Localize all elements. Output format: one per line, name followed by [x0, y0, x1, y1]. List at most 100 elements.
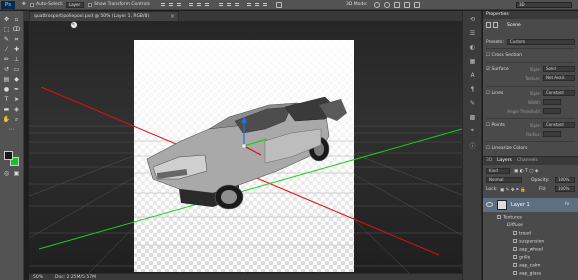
3d-scale-icon[interactable]	[414, 2, 420, 8]
move-tool-icon[interactable]: ✥	[22, 2, 26, 8]
type-tool-icon[interactable]: T	[2, 95, 11, 104]
navigator-icon[interactable]: ⌖	[468, 127, 477, 135]
texture-item[interactable]: suspension	[513, 239, 544, 245]
layer-thumbnail[interactable]	[497, 200, 507, 210]
more-tools-icon[interactable]: ⋯	[7, 125, 16, 134]
brush-tool-icon[interactable]: ✏	[2, 55, 11, 64]
lasso-tool-icon[interactable]: ↀ	[12, 25, 21, 34]
blend-mode-dropdown[interactable]: Normal	[486, 177, 522, 183]
canvas-area[interactable]	[29, 21, 462, 273]
quick-select-tool-icon[interactable]: ✎	[2, 35, 11, 44]
healing-brush-tool-icon[interactable]: ✚	[12, 45, 21, 54]
auto-align-icon[interactable]	[276, 2, 282, 8]
eyedropper-tool-icon[interactable]: ⁄	[2, 45, 11, 54]
hand-tool-icon[interactable]: ✋	[2, 115, 11, 124]
align-left-icon[interactable]	[188, 2, 194, 8]
visibility-eye-icon[interactable]	[486, 202, 493, 207]
cross-section-checkbox[interactable]: ☐ Cross Section	[486, 53, 522, 58]
diffuse-group[interactable]: Diffuse	[507, 223, 523, 228]
align-hcenter-icon[interactable]	[196, 2, 202, 8]
clone-stamp-tool-icon[interactable]: ⊥	[12, 55, 21, 64]
properties-tab[interactable]: Properties	[483, 11, 578, 19]
texture-item[interactable]: aap_wheel	[513, 247, 543, 253]
3d-roll-icon[interactable]	[384, 2, 390, 8]
texture-dropdown[interactable]: Not Avail.	[543, 75, 575, 81]
character-icon[interactable]: A	[468, 71, 477, 79]
close-icon[interactable]: ×	[170, 13, 175, 20]
path-select-tool-icon[interactable]: ➤	[12, 95, 21, 104]
auto-select-checkbox[interactable]	[30, 3, 34, 7]
distribute-center-icon[interactable]	[226, 2, 232, 8]
surface-style-dropdown[interactable]: Solid	[543, 66, 575, 72]
3d-rotate-icon[interactable]	[374, 2, 380, 8]
blur-tool-icon[interactable]: ◆	[12, 75, 21, 84]
show-transform-checkbox[interactable]	[88, 3, 92, 7]
lines-style-dropdown[interactable]: Constant	[543, 90, 575, 96]
distribute-bottom-icon[interactable]	[234, 2, 240, 8]
fx-icon[interactable]: fx	[565, 202, 569, 207]
zoom-tool-icon[interactable]: ⌕	[12, 115, 21, 124]
gradient-tool-icon[interactable]: ▤	[2, 75, 11, 84]
brushes-icon[interactable]: ✎	[468, 99, 477, 107]
layer-name[interactable]: Layer 1	[511, 202, 530, 208]
3d-viewport[interactable]	[29, 21, 462, 273]
artboard-tool-icon[interactable]: ▫	[12, 15, 21, 24]
pen-tool-icon[interactable]: ✒	[12, 85, 21, 94]
properties-icon[interactable]: ☰	[468, 29, 477, 37]
textures-group[interactable]: Textures	[497, 215, 522, 221]
auto-select-dropdown[interactable]: Layer	[66, 2, 84, 8]
move-tool-icon[interactable]: ✥	[2, 15, 11, 24]
quick-mask-icon[interactable]: ◎	[2, 169, 11, 178]
radius-input[interactable]	[543, 131, 561, 137]
opacity-input[interactable]: 100%	[555, 177, 575, 183]
distribute-hcenter-icon[interactable]	[254, 2, 260, 8]
paragraph-icon[interactable]: ¶	[468, 85, 477, 93]
points-checkbox[interactable]: ☐ Points	[486, 123, 505, 128]
angle-threshold-input[interactable]	[543, 108, 561, 114]
width-input[interactable]	[543, 99, 561, 105]
linearize-colors-checkbox[interactable]: ☐ Linearize Colors	[486, 146, 527, 151]
shape-tool-icon[interactable]: ▬	[2, 105, 11, 114]
distribute-right-icon[interactable]	[262, 2, 268, 8]
texture-item[interactable]: aap_glass	[513, 271, 541, 277]
tab-channels[interactable]: Channels	[517, 158, 538, 163]
tab-layers[interactable]: Layers	[497, 158, 512, 163]
points-style-dropdown[interactable]: Constant	[543, 122, 575, 128]
texture-item[interactable]: grille	[513, 255, 530, 261]
fill-input[interactable]: 100%	[555, 186, 575, 192]
3d-slide-icon[interactable]	[404, 2, 410, 8]
texture-item[interactable]: aap_calm	[513, 263, 541, 269]
mesh-icon[interactable]	[493, 22, 498, 28]
styles-icon[interactable]: ▦	[468, 57, 477, 65]
align-bottom-icon[interactable]	[176, 2, 182, 8]
distribute-left-icon[interactable]	[246, 2, 252, 8]
history-brush-tool-icon[interactable]: ↺	[2, 65, 11, 74]
align-right-icon[interactable]	[204, 2, 210, 8]
history-icon[interactable]: ⟲	[468, 15, 477, 23]
texture-item[interactable]: tread	[513, 231, 531, 237]
marquee-tool-icon[interactable]: ⬚	[2, 25, 11, 34]
screen-mode-icon[interactable]: ▣	[12, 169, 21, 178]
align-top-icon[interactable]	[160, 2, 166, 8]
presets-dropdown[interactable]: Custom	[507, 39, 575, 45]
filter-icons[interactable]: ▣ ◐ T ▢ ◈	[514, 169, 538, 174]
foreground-color-swatch[interactable]	[4, 151, 13, 160]
crop-tool-icon[interactable]: ⌗	[12, 35, 21, 44]
lock-icons[interactable]: ▣ ✎ ✥ ⌗ 🔒	[500, 187, 526, 193]
3d-tool-icon[interactable]: ◈	[12, 105, 21, 114]
document-tab[interactable]: quattrosportipoliepoxi.psd @ 50% (Layer …	[29, 11, 179, 21]
document-info[interactable]: Doc: 2.25M/5.57M	[55, 275, 96, 280]
scene-icon[interactable]	[486, 22, 491, 28]
align-vcenter-icon[interactable]	[168, 2, 174, 8]
info-icon[interactable]: ⓘ	[468, 141, 477, 150]
eraser-tool-icon[interactable]: ▭	[12, 65, 21, 74]
adjustments-icon[interactable]: ◐	[468, 43, 477, 51]
distribute-top-icon[interactable]	[218, 2, 224, 8]
3d-drag-icon[interactable]	[394, 2, 400, 8]
lines-checkbox[interactable]: ☐ Lines	[486, 91, 503, 96]
surface-checkbox[interactable]: ☑ Surface	[486, 67, 509, 72]
dodge-tool-icon[interactable]: ●	[2, 85, 11, 94]
workspace-dropdown[interactable]: 3D	[516, 2, 572, 8]
swatches-icon[interactable]: ▩	[468, 113, 477, 121]
zoom-level[interactable]: 50%	[33, 275, 43, 280]
